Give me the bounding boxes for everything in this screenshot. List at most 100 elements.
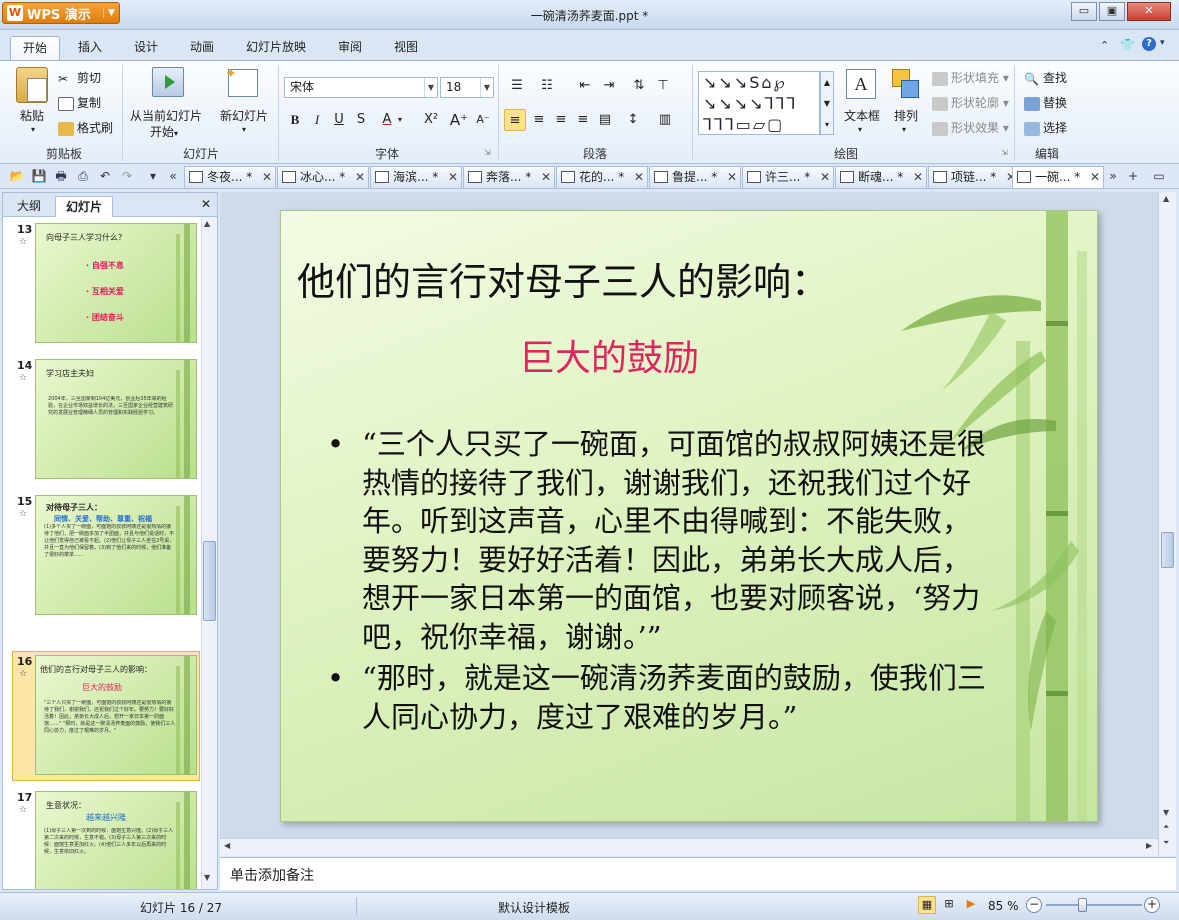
zoom-slider-thumb[interactable] [1078, 898, 1087, 912]
slide-thumbnail-17[interactable]: 生意状况： 越来越兴隆 (1)母子三人第一次到的时候：面馆生意兴隆。(2)母子三… [35, 791, 197, 889]
italic-button[interactable]: I [306, 109, 328, 131]
shape-fill-button[interactable]: 形状填充 ▾ [932, 69, 1009, 86]
paste-dropdown-icon[interactable]: ▾ [31, 125, 35, 134]
save-icon[interactable]: 💾 [30, 167, 48, 185]
decrease-font-button[interactable]: A⁻ [472, 109, 494, 131]
previous-slide-icon[interactable]: ⏶ [1163, 822, 1169, 832]
from-current-slide-button[interactable]: 从当前幻灯片 [130, 107, 202, 124]
close-tab-icon[interactable]: ✕ [448, 167, 458, 187]
replace-button[interactable]: 替换 [1024, 94, 1067, 111]
slide-subtitle[interactable]: 巨大的鼓励 [519, 329, 699, 381]
copy-button[interactable]: 复制 [58, 94, 101, 111]
scroll-tabs-right-icon[interactable]: » [1104, 167, 1122, 185]
close-tab-icon[interactable]: ✕ [355, 167, 365, 187]
align-center-button[interactable]: ≡ [528, 109, 550, 131]
format-painter-button[interactable]: 格式刷 [58, 119, 113, 136]
increase-font-button[interactable]: A⁺ [448, 109, 470, 131]
find-button[interactable]: 🔍 查找 [1024, 69, 1067, 86]
bullet-paragraph-2[interactable]: “那时，就是这一碗清汤荞麦面的鼓励，使我们三 人同心协力，度过了艰难的岁月。” [327, 659, 1037, 736]
tab-insert[interactable]: 插入 [66, 36, 114, 60]
dialog-launcher-icon[interactable]: ⇲ [484, 148, 491, 157]
dialog-launcher-icon[interactable]: ⇲ [1001, 148, 1008, 157]
close-tab-icon[interactable]: ✕ [1090, 167, 1100, 187]
zoom-in-icon[interactable]: + [1144, 897, 1160, 913]
bullet-paragraph-1[interactable]: “三个人只买了一碗面，可面馆的叔叔阿姨还是很 热情的接待了我们，谢谢我们，还祝我… [327, 425, 1037, 656]
shape-gallery[interactable]: ↘↘↘S⌂℘ ↘↘↘↘⅂⅂⅂ ⅂⅂⅂▭▱▢ [698, 71, 820, 135]
close-tab-icon[interactable]: ✕ [913, 167, 923, 187]
slide-thumbnail-13[interactable]: 向母子三人学习什么? · 自强不息 · 互相关爱 · 团结奋斗 [35, 223, 197, 343]
distributed-button[interactable]: ▤ [594, 109, 616, 131]
scroll-up-icon[interactable]: ▲ [1163, 194, 1169, 203]
line-spacing-button[interactable]: ↕ [622, 109, 644, 131]
open-icon[interactable]: 📂 [8, 167, 26, 185]
next-slide-icon[interactable]: ⏷ [1163, 838, 1169, 848]
doc-tab[interactable]: 海滨... * ✕ [370, 166, 462, 188]
scroll-left-icon[interactable]: ◀ [224, 841, 230, 850]
skin-icon[interactable]: 👕 [1120, 38, 1135, 52]
close-panel-icon[interactable]: ✕ [201, 197, 211, 211]
close-tab-icon[interactable]: ✕ [634, 167, 644, 187]
undo-icon[interactable]: ↶ [96, 167, 114, 185]
close-tab-icon[interactable]: ✕ [262, 167, 272, 187]
textbox-button[interactable]: 文本框 [844, 107, 880, 124]
scroll-tabs-left-icon[interactable]: « [164, 167, 182, 185]
doc-tab[interactable]: 许三... * ✕ [742, 166, 834, 188]
print-icon[interactable]: 🖶 [52, 167, 70, 185]
normal-view-icon[interactable]: ▦ [918, 896, 936, 914]
doc-tab-active[interactable]: 一碗... * ✕ [1012, 166, 1104, 188]
arrange-button[interactable]: 排列 [894, 107, 918, 124]
shape-outline-button[interactable]: 形状轮廓 ▾ [932, 94, 1009, 111]
slide-thumbnail-14[interactable]: 学习店主夫妇 2004年，三至国家制104亿美元，创业后35年来的经验，在企业市… [35, 359, 197, 479]
collapse-ribbon-icon[interactable]: ⌃ [1100, 39, 1109, 52]
scroll-down-icon[interactable]: ▼ [204, 873, 210, 882]
restore-button[interactable]: ▣ [1099, 2, 1125, 21]
align-left-button[interactable]: ≡ [504, 109, 526, 131]
justify-button[interactable]: ≡ [572, 109, 594, 131]
panel-scrollbar[interactable]: ▲ ▼ [201, 217, 217, 889]
tab-slides[interactable]: 幻灯片 [55, 196, 114, 217]
text-direction-button[interactable]: ⇅ [628, 75, 650, 97]
doc-tab[interactable]: 鲁提... * ✕ [649, 166, 741, 188]
close-tab-icon[interactable]: ✕ [727, 167, 737, 187]
bold-button[interactable]: B [284, 109, 306, 131]
close-button[interactable]: ✕ [1127, 2, 1171, 21]
scroll-down-icon[interactable]: ▼ [1163, 808, 1169, 817]
doc-tab[interactable]: 冬夜... * ✕ [184, 166, 276, 188]
scroll-thumb[interactable] [1161, 532, 1174, 568]
increase-indent-button[interactable]: ⇥ [598, 75, 620, 97]
slideshow-icon[interactable]: ▶ [962, 896, 980, 914]
decrease-indent-button[interactable]: ⇤ [574, 75, 596, 97]
cut-button[interactable]: ✂ 剪切 [58, 69, 101, 86]
close-tab-icon[interactable]: ✕ [820, 167, 830, 187]
scroll-thumb[interactable] [203, 541, 216, 621]
font-color-dropdown-icon[interactable]: ▾ [398, 115, 402, 124]
textbox-dropdown-icon[interactable]: ▾ [858, 125, 862, 134]
tab-outline[interactable]: 大纲 [7, 196, 51, 217]
help-icon[interactable]: ? [1142, 37, 1156, 51]
main-horizontal-scrollbar[interactable]: ◀ ▶ [220, 838, 1158, 856]
bullets-button[interactable]: ☰ [506, 75, 528, 97]
doc-tab[interactable]: 花的... * ✕ [556, 166, 648, 188]
shape-gallery-scroll[interactable]: ▲ ▼ ▾ [820, 71, 834, 135]
doc-tab[interactable]: 奔落... * ✕ [463, 166, 555, 188]
notes-pane[interactable]: 单击添加备注 [220, 857, 1176, 890]
tab-home[interactable]: 开始 [10, 36, 61, 60]
columns-button[interactable]: ▥ [654, 109, 676, 131]
help-dropdown-icon[interactable]: ▾ [1160, 38, 1165, 48]
redo-icon[interactable]: ↷ [118, 167, 136, 185]
scroll-right-icon[interactable]: ▶ [1146, 841, 1152, 850]
new-tab-icon[interactable]: + [1124, 167, 1142, 185]
font-color-button[interactable]: A [376, 109, 398, 131]
zoom-out-icon[interactable]: − [1026, 897, 1042, 913]
align-right-button[interactable]: ≡ [550, 109, 572, 131]
doc-tab[interactable]: 断魂... * ✕ [835, 166, 927, 188]
arrange-dropdown-icon[interactable]: ▾ [902, 125, 906, 134]
superscript-button[interactable]: X² [420, 109, 442, 131]
shape-effect-button[interactable]: 形状效果 ▾ [932, 119, 1009, 136]
customize-toolbar-icon[interactable]: ▾ [144, 167, 162, 185]
doc-tab[interactable]: 项链... * ✕ [928, 166, 1020, 188]
current-slide[interactable]: 他们的言行对母子三人的影响： 巨大的鼓励 “三个人只买了一碗面，可面馆的叔叔阿姨… [280, 210, 1098, 822]
main-vertical-scrollbar[interactable]: ▲ ▼ ⏶ ⏷ [1158, 192, 1176, 856]
tab-view[interactable]: 视图 [382, 36, 430, 60]
slide-sorter-icon[interactable]: ⊞ [940, 896, 958, 914]
